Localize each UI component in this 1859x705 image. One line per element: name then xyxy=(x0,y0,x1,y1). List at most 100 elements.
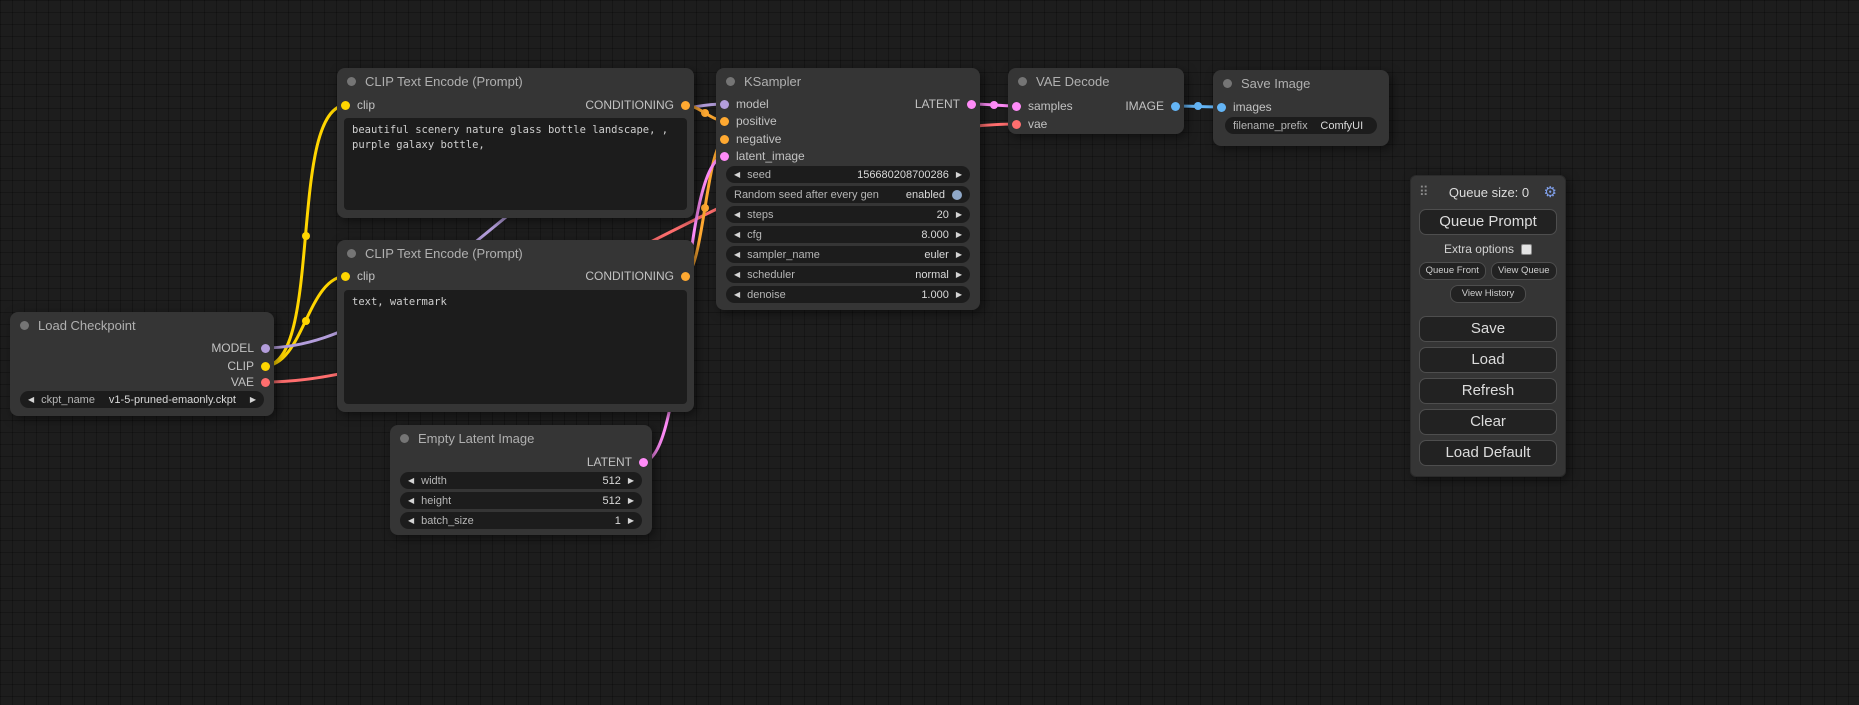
drag-handle-icon[interactable]: ⠿ xyxy=(1419,184,1429,200)
clip-slot-dot[interactable] xyxy=(261,362,270,371)
input-slot-vae[interactable]: vae xyxy=(1012,116,1047,132)
vae-slot-dot[interactable] xyxy=(1012,120,1021,129)
increment-icon[interactable]: ▶ xyxy=(628,517,634,525)
node-vae-decode[interactable]: VAE Decode samples vae IMAGE xyxy=(1008,68,1184,134)
input-slot-model[interactable]: model xyxy=(720,96,769,112)
output-slot-model[interactable]: MODEL xyxy=(211,340,270,356)
queue-prompt-button[interactable]: Queue Prompt xyxy=(1419,209,1557,235)
refresh-button[interactable]: Refresh xyxy=(1419,378,1557,404)
scheduler-widget[interactable]: ◀ scheduler normal ▶ xyxy=(726,266,970,283)
increment-icon[interactable]: ▶ xyxy=(250,396,256,404)
output-slot-conditioning[interactable]: CONDITIONING xyxy=(585,97,690,113)
node-load-checkpoint[interactable]: Load Checkpoint MODEL CLIP VAE ◀ ckpt_na… xyxy=(10,312,274,416)
output-slot-image[interactable]: IMAGE xyxy=(1125,98,1180,114)
node-title-bar[interactable]: Save Image xyxy=(1213,70,1389,96)
queue-front-button[interactable]: Queue Front xyxy=(1419,262,1486,280)
image-slot-dot[interactable] xyxy=(1171,102,1180,111)
input-slot-negative[interactable]: negative xyxy=(720,131,781,147)
clip-slot-dot[interactable] xyxy=(341,272,350,281)
vae-slot-dot[interactable] xyxy=(261,378,270,387)
collapse-toggle-icon[interactable] xyxy=(347,249,356,258)
view-history-button[interactable]: View History xyxy=(1450,285,1526,303)
decrement-icon[interactable]: ◀ xyxy=(734,211,740,219)
extra-options-checkbox[interactable] xyxy=(1521,244,1532,255)
output-slot-clip[interactable]: CLIP xyxy=(227,358,270,374)
node-ksampler[interactable]: KSampler model positive negative latent_… xyxy=(716,68,980,310)
collapse-toggle-icon[interactable] xyxy=(20,321,29,330)
input-slot-clip[interactable]: clip xyxy=(341,268,375,284)
image-slot-dot[interactable] xyxy=(1217,103,1226,112)
toggle-icon[interactable] xyxy=(952,190,962,200)
collapse-toggle-icon[interactable] xyxy=(1223,79,1232,88)
collapse-toggle-icon[interactable] xyxy=(1018,77,1027,86)
latent-slot-dot[interactable] xyxy=(720,152,729,161)
input-slot-positive[interactable]: positive xyxy=(720,113,777,129)
model-slot-dot[interactable] xyxy=(720,100,729,109)
batch-size-widget[interactable]: ◀ batch_size 1 ▶ xyxy=(400,512,642,529)
model-slot-dot[interactable] xyxy=(261,344,270,353)
comfyui-canvas[interactable]: { "colors": { "model": "#B39DDB", "clip"… xyxy=(0,0,1859,705)
seed-widget[interactable]: ◀ seed 156680208700286 ▶ xyxy=(726,166,970,183)
clear-button[interactable]: Clear xyxy=(1419,409,1557,435)
input-slot-images[interactable]: images xyxy=(1217,99,1272,115)
decrement-icon[interactable]: ◀ xyxy=(734,171,740,179)
input-slot-latent-image[interactable]: latent_image xyxy=(720,148,805,164)
prompt-textarea[interactable]: text, watermark xyxy=(344,290,687,404)
node-title-bar[interactable]: KSampler xyxy=(716,68,980,94)
decrement-icon[interactable]: ◀ xyxy=(734,231,740,239)
conditioning-slot-dot[interactable] xyxy=(681,272,690,281)
ckpt-name-widget[interactable]: ◀ ckpt_name v1-5-pruned-emaonly.ckpt ▶ xyxy=(20,391,264,408)
node-clip-text-encode-negative[interactable]: CLIP Text Encode (Prompt) clip CONDITION… xyxy=(337,240,694,412)
prompt-textarea[interactable]: beautiful scenery nature glass bottle la… xyxy=(344,118,687,210)
decrement-icon[interactable]: ◀ xyxy=(734,291,740,299)
decrement-icon[interactable]: ◀ xyxy=(408,477,414,485)
collapse-toggle-icon[interactable] xyxy=(347,77,356,86)
increment-icon[interactable]: ▶ xyxy=(956,271,962,279)
width-widget[interactable]: ◀ width 512 ▶ xyxy=(400,472,642,489)
node-title-bar[interactable]: Load Checkpoint xyxy=(10,312,274,338)
output-slot-conditioning[interactable]: CONDITIONING xyxy=(585,268,690,284)
node-title-bar[interactable]: VAE Decode xyxy=(1008,68,1184,94)
output-slot-latent[interactable]: LATENT xyxy=(915,96,976,112)
node-title-bar[interactable]: Empty Latent Image xyxy=(390,425,652,451)
increment-icon[interactable]: ▶ xyxy=(956,291,962,299)
decrement-icon[interactable]: ◀ xyxy=(734,251,740,259)
conditioning-slot-dot[interactable] xyxy=(681,101,690,110)
steps-widget[interactable]: ◀ steps 20 ▶ xyxy=(726,206,970,223)
decrement-icon[interactable]: ◀ xyxy=(734,271,740,279)
sampler-name-widget[interactable]: ◀ sampler_name euler ▶ xyxy=(726,246,970,263)
random-seed-widget[interactable]: Random seed after every gen enabled xyxy=(726,186,970,203)
output-slot-vae[interactable]: VAE xyxy=(231,374,270,390)
node-empty-latent-image[interactable]: Empty Latent Image LATENT ◀ width 512 ▶ … xyxy=(390,425,652,535)
collapse-toggle-icon[interactable] xyxy=(726,77,735,86)
conditioning-slot-dot[interactable] xyxy=(720,117,729,126)
latent-slot-dot[interactable] xyxy=(967,100,976,109)
conditioning-slot-dot[interactable] xyxy=(720,135,729,144)
denoise-widget[interactable]: ◀ denoise 1.000 ▶ xyxy=(726,286,970,303)
save-button[interactable]: Save xyxy=(1419,316,1557,342)
increment-icon[interactable]: ▶ xyxy=(628,497,634,505)
latent-slot-dot[interactable] xyxy=(1012,102,1021,111)
load-button[interactable]: Load xyxy=(1419,347,1557,373)
node-clip-text-encode-positive[interactable]: CLIP Text Encode (Prompt) clip CONDITION… xyxy=(337,68,694,218)
cfg-widget[interactable]: ◀ cfg 8.000 ▶ xyxy=(726,226,970,243)
node-title-bar[interactable]: CLIP Text Encode (Prompt) xyxy=(337,240,694,266)
input-slot-samples[interactable]: samples xyxy=(1012,98,1073,114)
load-default-button[interactable]: Load Default xyxy=(1419,440,1557,466)
view-queue-button[interactable]: View Queue xyxy=(1491,262,1558,280)
node-title-bar[interactable]: CLIP Text Encode (Prompt) xyxy=(337,68,694,94)
increment-icon[interactable]: ▶ xyxy=(956,171,962,179)
increment-icon[interactable]: ▶ xyxy=(956,231,962,239)
increment-icon[interactable]: ▶ xyxy=(956,211,962,219)
settings-gear-icon[interactable]: ⚙ xyxy=(1544,183,1557,201)
filename-prefix-widget[interactable]: filename_prefix ComfyUI xyxy=(1225,117,1377,134)
decrement-icon[interactable]: ◀ xyxy=(28,396,34,404)
increment-icon[interactable]: ▶ xyxy=(956,251,962,259)
input-slot-clip[interactable]: clip xyxy=(341,97,375,113)
output-slot-latent[interactable]: LATENT xyxy=(587,454,648,470)
clip-slot-dot[interactable] xyxy=(341,101,350,110)
decrement-icon[interactable]: ◀ xyxy=(408,497,414,505)
collapse-toggle-icon[interactable] xyxy=(400,434,409,443)
node-save-image[interactable]: Save Image images filename_prefix ComfyU… xyxy=(1213,70,1389,146)
height-widget[interactable]: ◀ height 512 ▶ xyxy=(400,492,642,509)
